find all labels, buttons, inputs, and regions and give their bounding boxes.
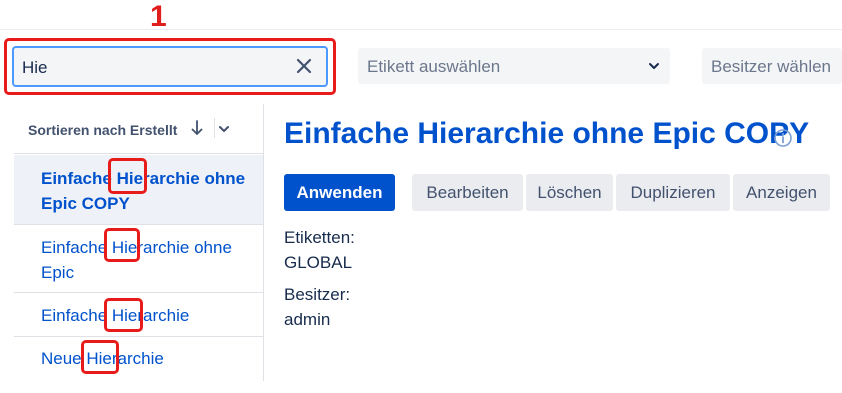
owner-value: admin bbox=[284, 310, 331, 329]
labels-heading: Etiketten: bbox=[284, 228, 355, 247]
list-item-label[interactable]: Einfache Hierarchie bbox=[41, 303, 256, 328]
label-select[interactable]: Etikett auswählen bbox=[358, 48, 670, 84]
annotation-box-match bbox=[104, 298, 143, 332]
duplicate-button[interactable]: Duplizieren bbox=[616, 174, 730, 211]
owner-select[interactable]: Besitzer wählen bbox=[702, 48, 842, 84]
top-divider bbox=[0, 29, 842, 30]
delete-button[interactable]: Löschen bbox=[526, 174, 613, 211]
sort-control[interactable]: Sortieren nach Erstellt bbox=[14, 104, 263, 154]
sort-divider bbox=[214, 118, 215, 138]
labels-value: GLOBAL bbox=[284, 253, 353, 272]
chevron-down-icon[interactable] bbox=[218, 123, 230, 135]
apply-button[interactable]: Anwenden bbox=[284, 174, 395, 211]
owner-select-placeholder: Besitzer wählen bbox=[711, 57, 832, 76]
chevron-down-icon bbox=[649, 63, 659, 69]
arrow-down-icon[interactable] bbox=[191, 120, 203, 136]
annotation-box-search bbox=[4, 38, 336, 95]
list-item[interactable]: Neue Hierarchie bbox=[14, 337, 263, 381]
edit-button[interactable]: Bearbeiten bbox=[412, 174, 523, 211]
list-item-label[interactable]: Einfache Hierarchie ohne Epic COPY bbox=[41, 166, 256, 216]
view-button[interactable]: Anzeigen bbox=[733, 174, 830, 211]
list-item-label[interactable]: Einfache Hierarchie ohne Epic bbox=[41, 235, 256, 285]
info-icon[interactable] bbox=[773, 128, 793, 148]
annotation-box-match bbox=[108, 158, 147, 194]
annotation-number: 1 bbox=[150, 0, 167, 33]
owner-heading: Besitzer: bbox=[284, 285, 351, 304]
list-item-label[interactable]: Neue Hierarchie bbox=[41, 346, 256, 371]
annotation-box-match bbox=[81, 340, 119, 374]
annotation-box-match bbox=[104, 228, 140, 262]
sort-label[interactable]: Sortieren nach Erstellt bbox=[28, 122, 177, 138]
label-select-placeholder: Etikett auswählen bbox=[367, 57, 501, 76]
page-title: Einfache Hierarchie ohne Epic COPY bbox=[284, 117, 810, 150]
